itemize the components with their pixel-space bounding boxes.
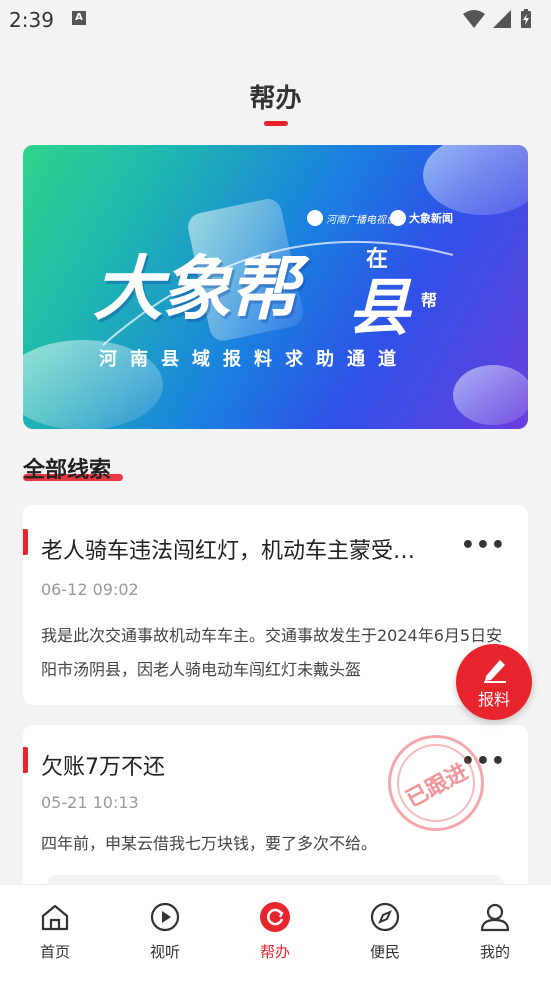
banner[interactable]: 河南广播电视台 大象新闻 大象帮 在 县 帮 河南县域报料求助通道 — [23, 145, 528, 429]
bottom-tab-bar: 首页 视听 帮办 便民 我的 — [0, 884, 551, 981]
banner-headline: 大象帮 — [93, 248, 299, 330]
status-time: 2:39 — [9, 8, 54, 32]
card-accent-bar — [23, 529, 28, 555]
wifi-icon — [463, 10, 485, 28]
banner-logo-left: 河南广播电视台 — [326, 215, 396, 226]
card-body: 四年前，申某云借我七万块钱，要了多次不给。 — [41, 834, 378, 853]
followed-up-stamp: 已跟进 — [388, 735, 484, 831]
clue-card[interactable]: 老人骑车违法闯红灯，机动车主蒙受… ••• 06-12 09:02 我是此次交通… — [23, 505, 528, 705]
tab-home[interactable]: 首页 — [0, 885, 110, 975]
title-underline — [264, 121, 288, 126]
status-icons — [461, 8, 541, 34]
tab-home-label: 首页 — [39, 943, 70, 961]
compass-icon — [370, 902, 400, 932]
tv-logo-icon — [307, 210, 323, 226]
report-button-label: 报料 — [477, 690, 510, 709]
status-bar: 2:39 A — [0, 0, 551, 40]
tab-services-label: 便民 — [369, 943, 400, 961]
tab-mine-label: 我的 — [479, 943, 510, 961]
card-title: 老人骑车违法闯红灯，机动车主蒙受… — [41, 539, 416, 564]
tab-video-label: 视听 — [149, 943, 180, 961]
banner-subtitle: 河南县域报料求助通道 — [99, 349, 409, 370]
battery-icon — [521, 9, 531, 28]
card-body: 我是此次交通事故机动车车主。交通事故发生于2024年6月5日安阳市汤阴县，因老人… — [41, 626, 503, 679]
banner-tag-3: 帮 — [421, 291, 438, 310]
tab-video[interactable]: 视听 — [110, 885, 220, 975]
help-icon — [260, 902, 290, 932]
tab-services[interactable]: 便民 — [330, 885, 440, 975]
report-button[interactable]: 报料 — [456, 644, 532, 720]
notification-icon: A — [72, 11, 86, 25]
user-icon — [480, 903, 510, 932]
pencil-icon — [484, 660, 506, 683]
banner-logo-right: 大象新闻 — [409, 212, 453, 225]
section-title: 全部线索 — [23, 458, 112, 483]
more-icon[interactable]: ••• — [461, 533, 506, 558]
tab-help-label: 帮办 — [259, 943, 290, 961]
signal-icon — [493, 10, 511, 28]
card-title: 欠账7万不还 — [41, 755, 165, 780]
card-time: 05-21 10:13 — [41, 793, 139, 812]
play-icon — [150, 902, 180, 932]
card-time: 06-12 09:02 — [41, 580, 139, 599]
tab-help[interactable]: 帮办 — [220, 885, 330, 975]
banner-tag-2: 县 — [348, 271, 411, 344]
page-title: 帮办 — [249, 84, 302, 114]
home-icon — [41, 904, 69, 931]
tab-mine[interactable]: 我的 — [440, 885, 550, 975]
card-accent-bar — [23, 747, 28, 773]
